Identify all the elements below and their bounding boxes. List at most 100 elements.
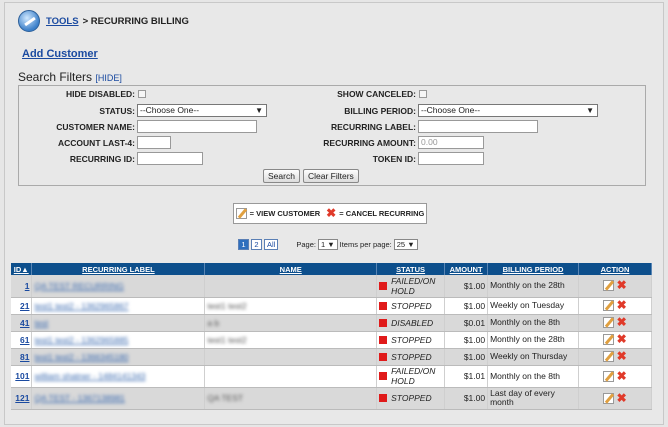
row-name-cell: a b bbox=[204, 314, 378, 332]
row-id-link[interactable]: 61 bbox=[20, 335, 29, 345]
account-last4-input[interactable] bbox=[137, 136, 171, 149]
row-amount: $1.00 bbox=[444, 275, 489, 298]
close-icon[interactable]: ✖ bbox=[617, 392, 627, 404]
close-icon[interactable]: ✖ bbox=[617, 350, 627, 362]
col-recurring-label[interactable]: RECURRING LABEL bbox=[31, 263, 206, 275]
edit-icon[interactable] bbox=[603, 317, 615, 329]
billing-period-select[interactable]: --Choose One-- ▼ bbox=[418, 104, 598, 117]
status-indicator-icon bbox=[379, 394, 388, 402]
action-legend: = VIEW CUSTOMER ✖ = CANCEL RECURRING bbox=[233, 203, 427, 224]
edit-icon[interactable] bbox=[603, 370, 615, 382]
page-select[interactable]: 1 ▼ bbox=[317, 238, 338, 250]
status-select[interactable]: --Choose One-- ▼ bbox=[137, 104, 267, 117]
items-per-page-select[interactable]: 25 ▼ bbox=[393, 238, 418, 250]
recurring-amount-input[interactable]: 0.00 bbox=[418, 136, 484, 149]
row-id-cell: 21 bbox=[11, 297, 33, 315]
row-actions: ✖ bbox=[578, 314, 652, 332]
recurring-id-label: RECURRING ID: bbox=[69, 154, 135, 164]
edit-icon[interactable] bbox=[603, 280, 615, 292]
row-billing-period: Weekly on Thursday bbox=[487, 348, 580, 366]
edit-icon[interactable] bbox=[603, 334, 615, 346]
tools-icon bbox=[18, 10, 40, 32]
hide-filters-link[interactable]: [HIDE] bbox=[95, 73, 122, 83]
close-icon[interactable]: ✖ bbox=[617, 370, 627, 382]
customer-name-label: CUSTOMER NAME: bbox=[56, 122, 135, 132]
tools-link[interactable]: TOOLS bbox=[46, 16, 79, 27]
row-status-cell: FAILED/ON HOLD bbox=[376, 275, 446, 298]
row-label-cell: test1 test2 - 1362965885 bbox=[31, 331, 206, 349]
col-billing-period[interactable]: BILLING PERIOD bbox=[487, 263, 580, 275]
row-label-link[interactable]: test bbox=[34, 318, 48, 328]
pagination: 1 2 All Page: 1 ▼ Items per page: 25 ▼ bbox=[238, 238, 420, 250]
row-billing-period: Monthly on the 28th bbox=[487, 331, 580, 349]
page-button-all[interactable]: All bbox=[264, 238, 279, 250]
row-status: FAILED/ON HOLD bbox=[391, 366, 436, 386]
row-status-cell: STOPPED bbox=[376, 387, 446, 410]
hide-disabled-checkbox[interactable] bbox=[138, 90, 146, 98]
row-id-link[interactable]: 101 bbox=[15, 371, 29, 381]
col-amount[interactable]: AMOUNT bbox=[444, 263, 489, 275]
row-label-link[interactable]: test1 test2 - 1366345180 bbox=[34, 352, 128, 362]
row-name-cell: test1 test2 bbox=[204, 297, 378, 315]
row-status-cell: DISABLED bbox=[376, 314, 446, 332]
row-status: STOPPED bbox=[391, 334, 432, 345]
page-select-value: 1 bbox=[320, 239, 326, 249]
row-name: a b bbox=[207, 317, 220, 328]
row-label-link[interactable]: william shatner - 1484141343 bbox=[34, 371, 145, 381]
row-actions: ✖ bbox=[578, 297, 652, 315]
recurring-label-input[interactable] bbox=[418, 120, 538, 133]
table-row: 61 test1 test2 - 1362965885 test1 test2 STO… bbox=[11, 331, 652, 349]
add-customer-link[interactable]: Add Customer bbox=[22, 48, 98, 60]
col-status[interactable]: STATUS bbox=[376, 263, 446, 275]
status-label: STATUS: bbox=[99, 106, 135, 116]
clear-filters-button[interactable]: Clear Filters bbox=[303, 169, 359, 183]
close-icon[interactable]: ✖ bbox=[617, 316, 627, 328]
status-indicator-icon bbox=[379, 372, 388, 380]
table-row: 81 test1 test2 - 1366345180 STOPPED $1.00 We… bbox=[11, 348, 652, 366]
row-id-cell: 61 bbox=[11, 331, 33, 349]
chevron-down-icon: ▼ bbox=[255, 106, 263, 115]
row-billing-period: Monthly on the 8th bbox=[487, 365, 580, 388]
customer-name-input[interactable] bbox=[137, 120, 257, 133]
row-id-link[interactable]: 41 bbox=[20, 318, 29, 328]
row-id-link[interactable]: 81 bbox=[20, 352, 29, 362]
row-status: STOPPED bbox=[391, 351, 432, 362]
col-id[interactable]: ID▲ bbox=[11, 263, 33, 275]
row-id-link[interactable]: 121 bbox=[15, 393, 29, 403]
row-name-cell: QA TEST bbox=[204, 387, 378, 410]
row-label-link[interactable]: test1 test2 - 1362965867 bbox=[34, 301, 128, 311]
row-label-link[interactable]: QA TEST - 1367138981 bbox=[34, 393, 124, 403]
status-indicator-icon bbox=[379, 335, 388, 344]
edit-icon[interactable] bbox=[603, 351, 615, 363]
close-icon[interactable]: ✖ bbox=[617, 333, 627, 345]
row-id-link[interactable]: 21 bbox=[20, 301, 29, 311]
token-id-input[interactable] bbox=[418, 152, 484, 165]
row-actions: ✖ bbox=[578, 387, 652, 410]
search-button[interactable]: Search bbox=[263, 169, 300, 183]
row-status: STOPPED bbox=[391, 300, 432, 311]
recurring-label-label: RECURRING LABEL: bbox=[331, 122, 416, 132]
row-id-link[interactable]: 1 bbox=[25, 281, 30, 291]
legend-cancel-text: = CANCEL RECURRING bbox=[339, 209, 425, 218]
row-name-cell bbox=[204, 275, 378, 298]
row-label-link[interactable]: QA TEST RECURRING bbox=[34, 281, 123, 291]
row-billing-period: Last day of every month bbox=[487, 387, 580, 410]
edit-icon[interactable] bbox=[603, 300, 615, 312]
row-id-cell: 101 bbox=[11, 365, 33, 388]
row-label-cell: test1 test2 - 1362965867 bbox=[31, 297, 206, 315]
row-status-cell: FAILED/ON HOLD bbox=[376, 365, 446, 388]
page-button-2[interactable]: 2 bbox=[251, 238, 262, 250]
row-status: STOPPED bbox=[391, 393, 432, 403]
row-label-cell: QA TEST - 1367138981 bbox=[31, 387, 206, 410]
legend-view-text: = VIEW CUSTOMER bbox=[249, 209, 321, 218]
row-label-link[interactable]: test1 test2 - 1362965885 bbox=[34, 335, 128, 345]
page-button-1[interactable]: 1 bbox=[238, 238, 249, 250]
close-icon[interactable]: ✖ bbox=[617, 299, 627, 311]
edit-icon[interactable] bbox=[603, 392, 615, 404]
close-icon[interactable]: ✖ bbox=[617, 279, 627, 291]
recurring-id-input[interactable] bbox=[137, 152, 203, 165]
col-name[interactable]: NAME bbox=[204, 263, 378, 275]
show-canceled-checkbox[interactable] bbox=[419, 90, 427, 98]
row-label-cell: william shatner - 1484141343 bbox=[31, 365, 206, 388]
table-row: 121 QA TEST - 1367138981 QA TEST STOPPED $1.… bbox=[11, 387, 652, 410]
